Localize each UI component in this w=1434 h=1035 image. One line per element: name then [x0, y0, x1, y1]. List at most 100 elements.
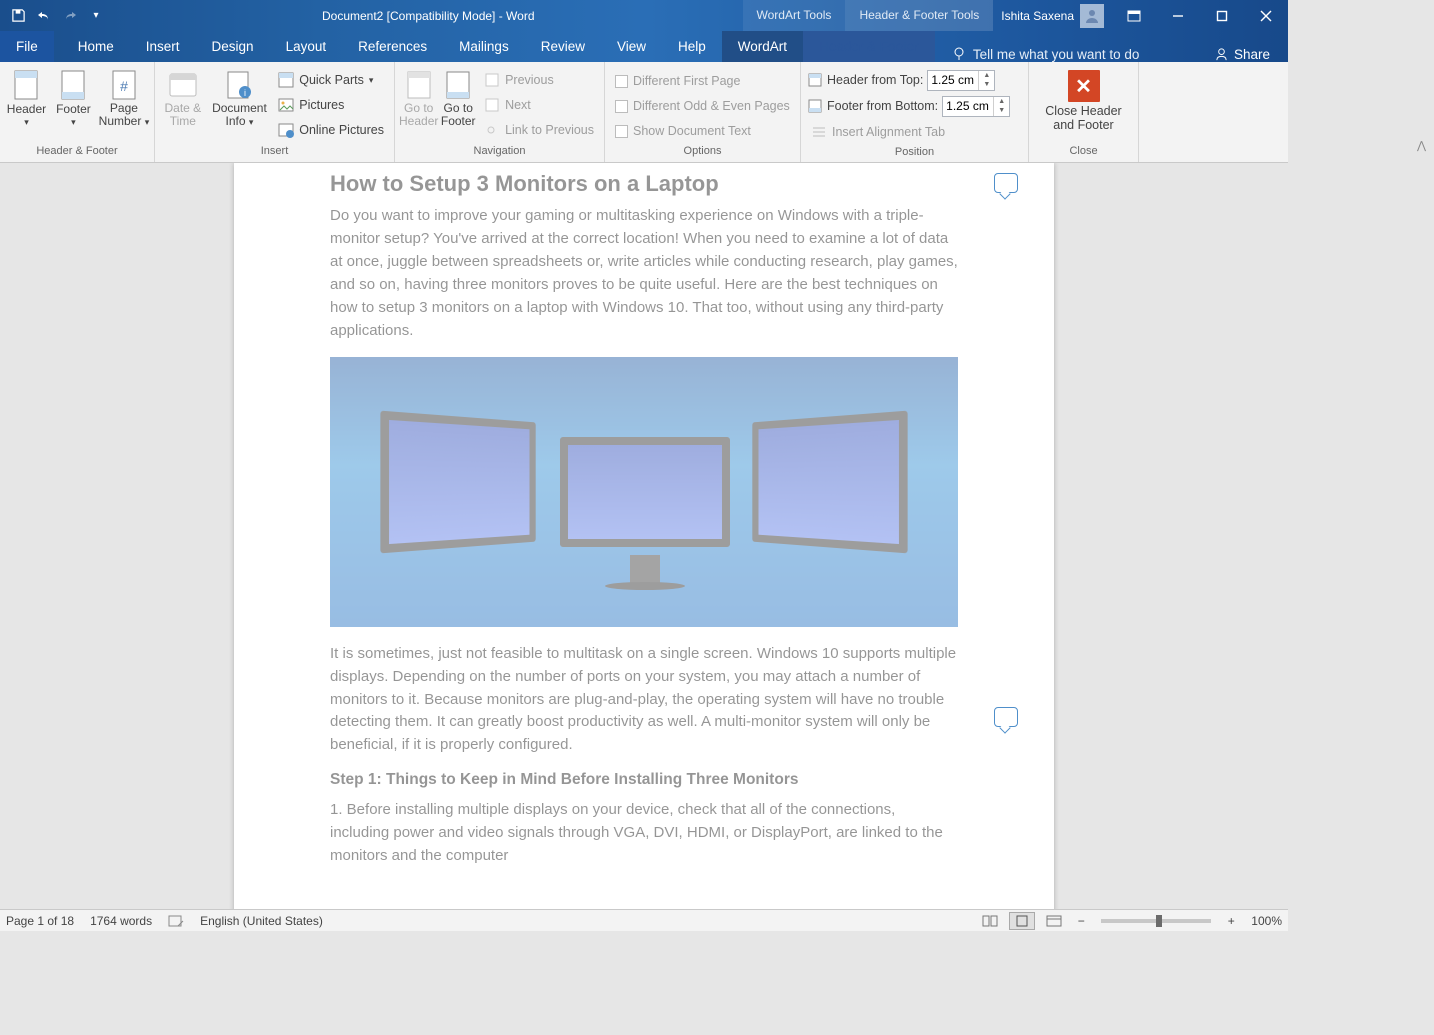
save-icon[interactable]	[6, 4, 30, 28]
page-number-button[interactable]: # Page Number ▾	[98, 66, 150, 131]
next-button: Next	[480, 93, 598, 117]
doc-paragraph: 1. Before installing multiple displays o…	[330, 799, 958, 868]
header-button[interactable]: Header▾	[4, 66, 49, 131]
goto-header-icon	[403, 69, 435, 101]
zoom-slider[interactable]	[1101, 919, 1211, 923]
show-document-text-checkbox: Show Document Text	[611, 119, 794, 143]
status-bar: Page 1 of 18 1764 words English (United …	[0, 909, 1288, 931]
tab-references[interactable]: References	[342, 31, 443, 62]
ribbon-tabs: File Home Insert Design Layout Reference…	[0, 31, 1288, 62]
account-area[interactable]: Ishita Saxena	[993, 4, 1112, 28]
zoom-handle[interactable]	[1156, 915, 1162, 927]
window-buttons	[1112, 0, 1288, 31]
group-position: Header from Top: ▲▼ Footer from Bottom: …	[801, 62, 1029, 162]
checkbox-icon	[615, 125, 628, 138]
read-mode-button[interactable]	[977, 912, 1003, 930]
tab-header-footer[interactable]: Header & Footer	[803, 31, 935, 62]
minimize-button[interactable]	[1156, 0, 1200, 31]
group-navigation: Go to Header Go to Footer Previous Next …	[395, 62, 605, 162]
different-first-page-checkbox: Different First Page	[611, 69, 794, 93]
tab-file[interactable]: File	[0, 31, 54, 62]
footer-bottom-icon	[807, 98, 823, 114]
tab-design[interactable]: Design	[196, 31, 270, 62]
group-label-insert: Insert	[159, 143, 390, 160]
window-title: Document2 [Compatibility Mode] - Word	[114, 9, 743, 23]
group-label-hf: Header & Footer	[4, 143, 150, 160]
footer-from-bottom-row: Footer from Bottom: ▲▼	[807, 94, 1010, 118]
footer-bottom-spinner[interactable]: ▲▼	[942, 96, 1010, 117]
tell-me-search[interactable]: Tell me what you want to do	[935, 46, 1196, 62]
group-insert: Date & Time i Document Info ▾ Quick Part…	[155, 62, 395, 162]
footer-bottom-input[interactable]	[943, 97, 993, 116]
footer-icon	[57, 69, 89, 101]
collapse-ribbon-icon[interactable]: ⋀	[1417, 139, 1426, 152]
online-pictures-button[interactable]: Online Pictures	[274, 118, 388, 142]
close-header-footer-button[interactable]: ✕ Close Header and Footer	[1033, 66, 1134, 137]
close-button[interactable]	[1244, 0, 1288, 31]
tab-view[interactable]: View	[601, 31, 662, 62]
maximize-button[interactable]	[1200, 0, 1244, 31]
group-label-nav: Navigation	[399, 143, 600, 160]
spin-down-icon[interactable]: ▼	[979, 80, 994, 90]
header-top-icon	[807, 72, 823, 88]
tab-insert[interactable]: Insert	[130, 31, 196, 62]
qat-customize-icon[interactable]: ▾	[84, 4, 108, 28]
spell-check-icon[interactable]	[168, 914, 184, 928]
tab-home[interactable]: Home	[62, 31, 130, 62]
tab-help[interactable]: Help	[662, 31, 722, 62]
online-pictures-icon	[278, 122, 294, 138]
quick-parts-button[interactable]: Quick Parts ▾	[274, 68, 388, 92]
link-icon	[484, 122, 500, 138]
doc-paragraph: It is sometimes, just not feasible to mu…	[330, 643, 958, 758]
insert-alignment-tab-button: Insert Alignment Tab	[807, 120, 1010, 144]
undo-button[interactable]	[32, 4, 56, 28]
document-viewport[interactable]: How to Setup 3 Monitors on a Laptop Do y…	[0, 163, 1288, 909]
redo-button[interactable]	[58, 4, 82, 28]
tab-layout[interactable]: Layout	[270, 31, 343, 62]
tab-wordart[interactable]: WordArt	[722, 31, 803, 62]
previous-button: Previous	[480, 68, 598, 92]
close-x-icon: ✕	[1068, 70, 1100, 102]
quick-parts-icon	[278, 72, 294, 88]
pictures-button[interactable]: Pictures	[274, 93, 388, 117]
header-top-spinner[interactable]: ▲▼	[927, 70, 995, 91]
print-layout-button[interactable]	[1009, 912, 1035, 930]
svg-text:i: i	[244, 88, 246, 98]
web-layout-button[interactable]	[1041, 912, 1067, 930]
doc-step-heading: Step 1: Things to Keep in Mind Before In…	[330, 771, 958, 789]
footer-button[interactable]: Footer▾	[51, 66, 96, 131]
zoom-level[interactable]: 100%	[1251, 914, 1282, 928]
document-info-button[interactable]: i Document Info ▾	[209, 66, 271, 131]
doc-heading: How to Setup 3 Monitors on a Laptop	[330, 163, 958, 197]
page-indicator[interactable]: Page 1 of 18	[6, 914, 74, 928]
goto-header-button: Go to Header	[399, 66, 438, 131]
comment-icon[interactable]	[994, 173, 1018, 193]
document-image[interactable]	[330, 357, 958, 627]
page: How to Setup 3 Monitors on a Laptop Do y…	[234, 163, 1054, 909]
tab-mailings[interactable]: Mailings	[443, 31, 525, 62]
link-previous-button: Link to Previous	[480, 118, 598, 142]
group-label-close: Close	[1033, 143, 1134, 160]
checkbox-icon	[615, 100, 628, 113]
doc-paragraph: Do you want to improve your gaming or mu…	[330, 205, 958, 343]
zoom-out-button[interactable]: −	[1073, 914, 1089, 928]
avatar[interactable]	[1080, 4, 1104, 28]
spin-down-icon[interactable]: ▼	[994, 106, 1009, 116]
language-indicator[interactable]: English (United States)	[200, 914, 323, 928]
date-time-button: Date & Time	[159, 66, 207, 131]
comment-icon[interactable]	[994, 707, 1018, 727]
tab-review[interactable]: Review	[525, 31, 601, 62]
svg-text:#: #	[120, 78, 128, 94]
group-label-options: Options	[609, 143, 796, 160]
share-button[interactable]: Share	[1196, 47, 1288, 62]
word-count[interactable]: 1764 words	[90, 914, 152, 928]
header-top-input[interactable]	[928, 71, 978, 90]
calendar-icon	[167, 69, 199, 101]
spin-up-icon[interactable]: ▲	[994, 97, 1009, 107]
ribbon-display-icon[interactable]	[1112, 0, 1156, 31]
spin-up-icon[interactable]: ▲	[979, 71, 994, 81]
document-info-icon: i	[223, 69, 255, 101]
zoom-in-button[interactable]: +	[1223, 914, 1239, 928]
page-number-icon: #	[108, 69, 140, 101]
goto-footer-button[interactable]: Go to Footer	[440, 66, 476, 131]
